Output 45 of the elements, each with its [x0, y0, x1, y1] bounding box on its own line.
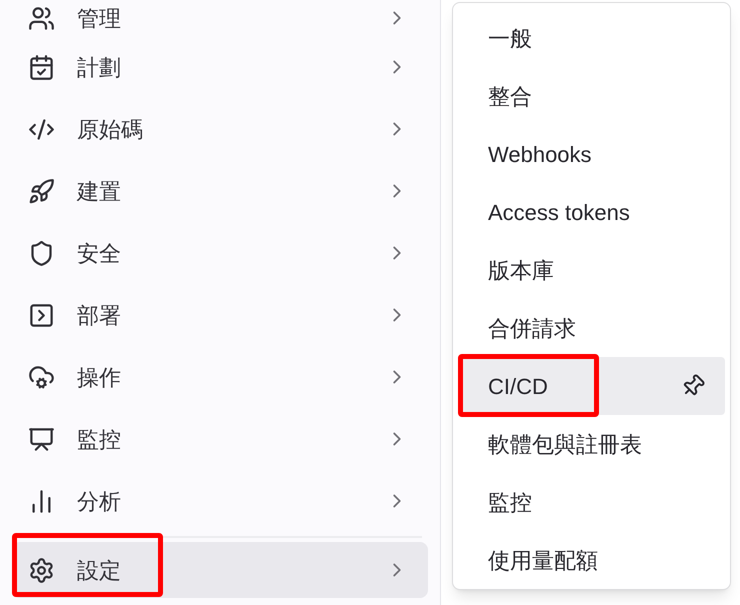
menu-item[interactable]: 監控	[458, 473, 725, 531]
settings-icon	[28, 556, 55, 584]
sidebar-label: 部署	[77, 302, 122, 330]
menu-item[interactable]: 版本庫	[458, 241, 725, 299]
sidebar-label: 監控	[77, 426, 122, 454]
menu-item[interactable]: Access tokens	[458, 183, 725, 241]
menu-item[interactable]: 合併請求	[458, 299, 725, 357]
menu-label: 軟體包與註冊表	[488, 430, 643, 458]
sidebar-label: 計劃	[77, 54, 122, 82]
menu-item[interactable]: 使用量配額	[458, 531, 725, 589]
menu-item[interactable]: Webhooks	[458, 125, 725, 183]
menu-label: 整合	[488, 82, 533, 110]
sidebar-label: 設定	[77, 556, 122, 584]
menu-label: CI/CD	[488, 372, 549, 400]
deploy-icon	[28, 302, 55, 328]
sidebar-item[interactable]: 安全	[12, 222, 428, 284]
monitor-icon	[28, 426, 55, 452]
menu-label: 使用量配額	[488, 546, 599, 574]
calendar-icon	[28, 54, 55, 80]
sidebar-label: 建置	[77, 178, 122, 206]
sidebar-label: 原始碼	[77, 116, 144, 144]
menu-item[interactable]: 軟體包與註冊表	[458, 415, 725, 473]
menu-label: Webhooks	[488, 140, 593, 168]
sidebar-item[interactable]: 管理	[12, 0, 428, 36]
sidebar-item[interactable]: 操作	[12, 346, 428, 408]
menu-item[interactable]: 一般	[458, 9, 725, 67]
sidebar-item[interactable]: 分析	[12, 470, 428, 532]
menu-label: 合併請求	[488, 314, 577, 342]
users-icon	[28, 4, 55, 32]
cloud-icon	[28, 364, 55, 390]
sidebar-label: 分析	[77, 488, 122, 516]
menu-label: 一般	[488, 24, 533, 52]
rocket-icon	[28, 178, 55, 204]
sidebar-label: 管理	[77, 4, 122, 32]
sidebar-label: 安全	[77, 240, 122, 268]
menu-item[interactable]: 整合	[458, 67, 725, 125]
menu-label: Access tokens	[488, 198, 631, 226]
menu-label: 版本庫	[488, 256, 555, 284]
sidebar-item[interactable]: 計劃	[12, 36, 428, 98]
sidebar-item[interactable]: 監控	[12, 408, 428, 470]
sidebar-item[interactable]: 部署	[12, 284, 428, 346]
menu-label: 監控	[488, 488, 533, 516]
sidebar-item[interactable]: 建置	[12, 160, 428, 222]
sidebar-item[interactable]: 原始碼	[12, 98, 428, 160]
sidebar-label: 操作	[77, 364, 122, 392]
